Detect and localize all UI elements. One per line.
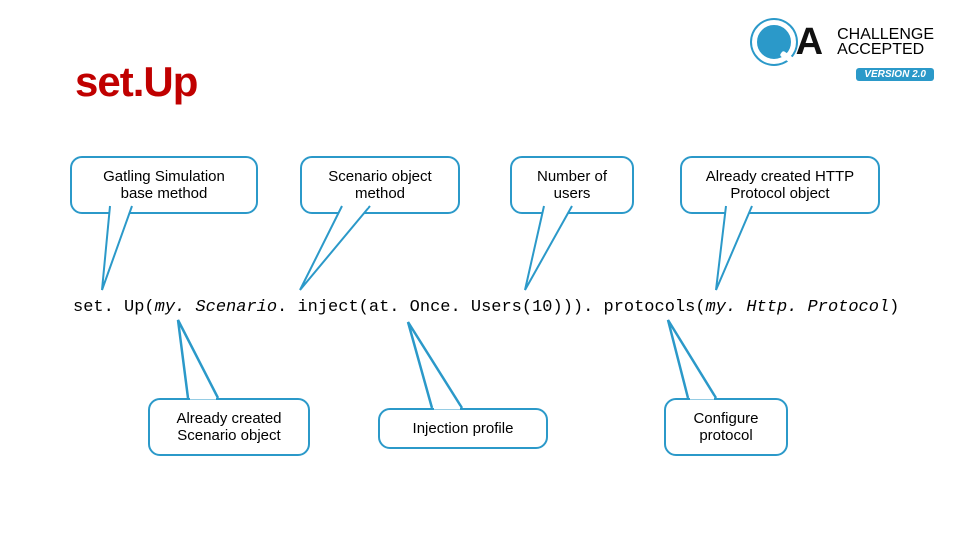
logo-text: CHALLENGE ACCEPTED bbox=[837, 27, 934, 57]
callout-number-of-users: Number of users bbox=[510, 156, 634, 214]
callout-text: Number of users bbox=[537, 168, 607, 202]
code-line: set. Up(my. Scenario. inject(at. Once. U… bbox=[73, 298, 899, 317]
logo-mark-row: A CHALLENGE ACCEPTED bbox=[750, 18, 934, 66]
logo-a-letter: A bbox=[796, 21, 823, 64]
callout-scenario-object: Already created Scenario object bbox=[148, 398, 310, 456]
code-close: ) bbox=[889, 298, 899, 317]
logo-version-badge: VERSION 2.0 bbox=[856, 68, 934, 81]
callout-text: Gatling Simulation base method bbox=[103, 168, 225, 202]
logo-q-icon bbox=[750, 18, 798, 66]
callout-gatling-base-method: Gatling Simulation base method bbox=[70, 156, 258, 214]
logo-challenge: CHALLENGE bbox=[837, 27, 934, 42]
callout-text: Already created Scenario object bbox=[176, 410, 281, 444]
code-scenario-var: my. Scenario bbox=[155, 298, 277, 317]
callout-text: Configure protocol bbox=[693, 410, 758, 444]
callout-http-protocol-object: Already created HTTP Protocol object bbox=[680, 156, 880, 214]
callout-text: Injection profile bbox=[413, 420, 514, 437]
callout-text: Already created HTTP Protocol object bbox=[706, 168, 854, 202]
slide: set.Up A CHALLENGE ACCEPTED VERSION 2.0 … bbox=[0, 0, 960, 540]
code-protocol-var: my. Http. Protocol bbox=[706, 298, 890, 317]
logo-accepted: ACCEPTED bbox=[837, 42, 934, 57]
callout-configure-protocol: Configure protocol bbox=[664, 398, 788, 456]
callout-injection-profile: Injection profile bbox=[378, 408, 548, 449]
code-setup: set. Up( bbox=[73, 298, 155, 317]
event-logo: A CHALLENGE ACCEPTED VERSION 2.0 bbox=[750, 18, 934, 81]
callout-scenario-object-method: Scenario object method bbox=[300, 156, 460, 214]
callout-text: Scenario object method bbox=[328, 168, 431, 202]
slide-title: set.Up bbox=[75, 58, 197, 106]
code-inject: . inject(at. Once. Users(10))). protocol… bbox=[277, 298, 705, 317]
